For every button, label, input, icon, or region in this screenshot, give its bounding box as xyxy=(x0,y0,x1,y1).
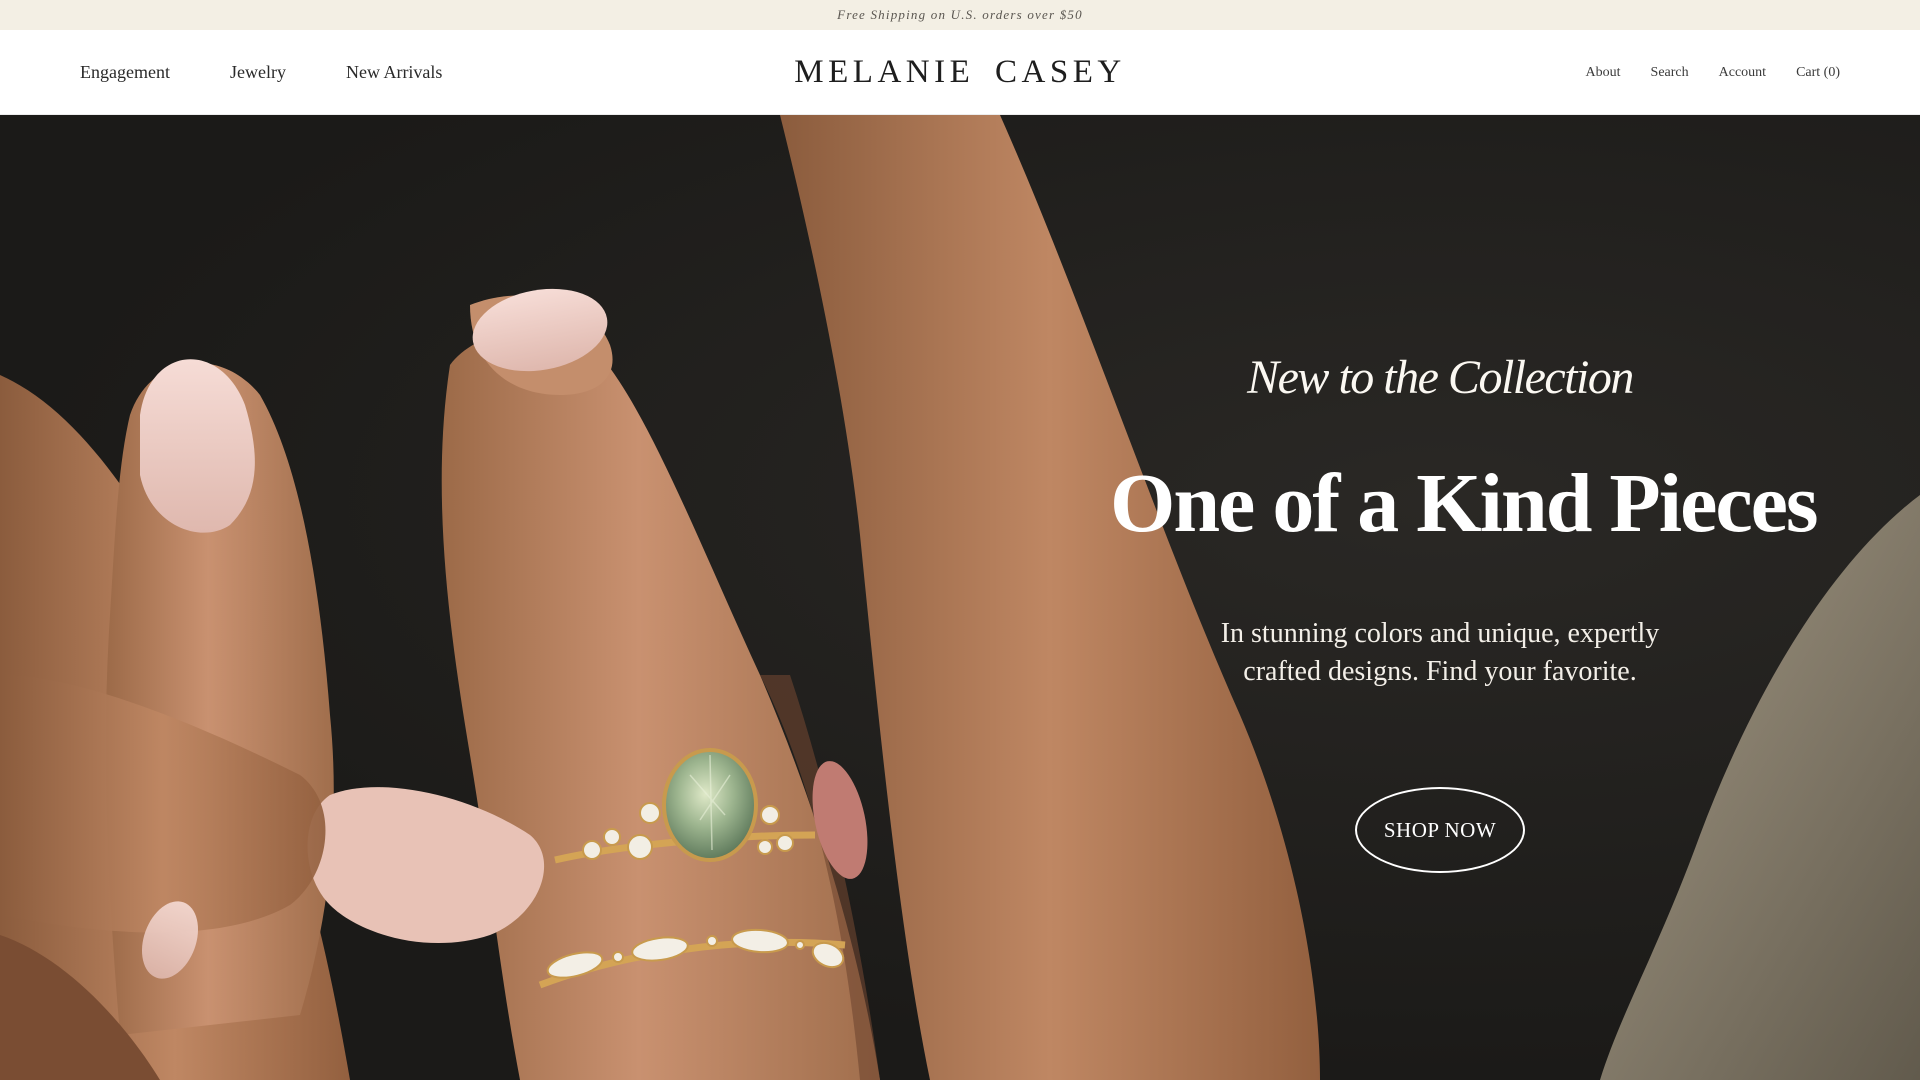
nav-about[interactable]: About xyxy=(1586,65,1621,81)
primary-nav: Engagement Jewelry New Arrivals xyxy=(80,30,502,115)
announcement-text: Free Shipping on U.S. orders over $50 xyxy=(837,7,1083,22)
nav-cart[interactable]: Cart (0) xyxy=(1796,65,1840,81)
nav-jewelry[interactable]: Jewelry xyxy=(230,62,286,83)
site-header: Engagement Jewelry New Arrivals MELANIE … xyxy=(0,30,1920,115)
nav-account[interactable]: Account xyxy=(1719,65,1766,81)
announcement-bar: Free Shipping on U.S. orders over $50 xyxy=(0,0,1920,30)
nav-engagement[interactable]: Engagement xyxy=(80,62,170,83)
shop-now-button[interactable]: SHOP NOW xyxy=(1355,787,1525,873)
nav-search[interactable]: Search xyxy=(1651,65,1689,81)
hero-headline: One of a Kind Pieces xyxy=(1110,457,1819,550)
hero-copy: New to the Collection One of a Kind Piec… xyxy=(1110,115,1819,1080)
hero-banner: New to the Collection One of a Kind Piec… xyxy=(0,115,1920,1080)
hero-eyebrow: New to the Collection xyxy=(1247,351,1634,404)
site-logo[interactable]: MELANIE CASEY xyxy=(794,54,1125,91)
utility-nav: About Search Account Cart (0) xyxy=(1556,30,1840,115)
hero-subtext: In stunning colors and unique, expertly … xyxy=(1220,618,1660,687)
nav-new-arrivals[interactable]: New Arrivals xyxy=(346,62,442,83)
